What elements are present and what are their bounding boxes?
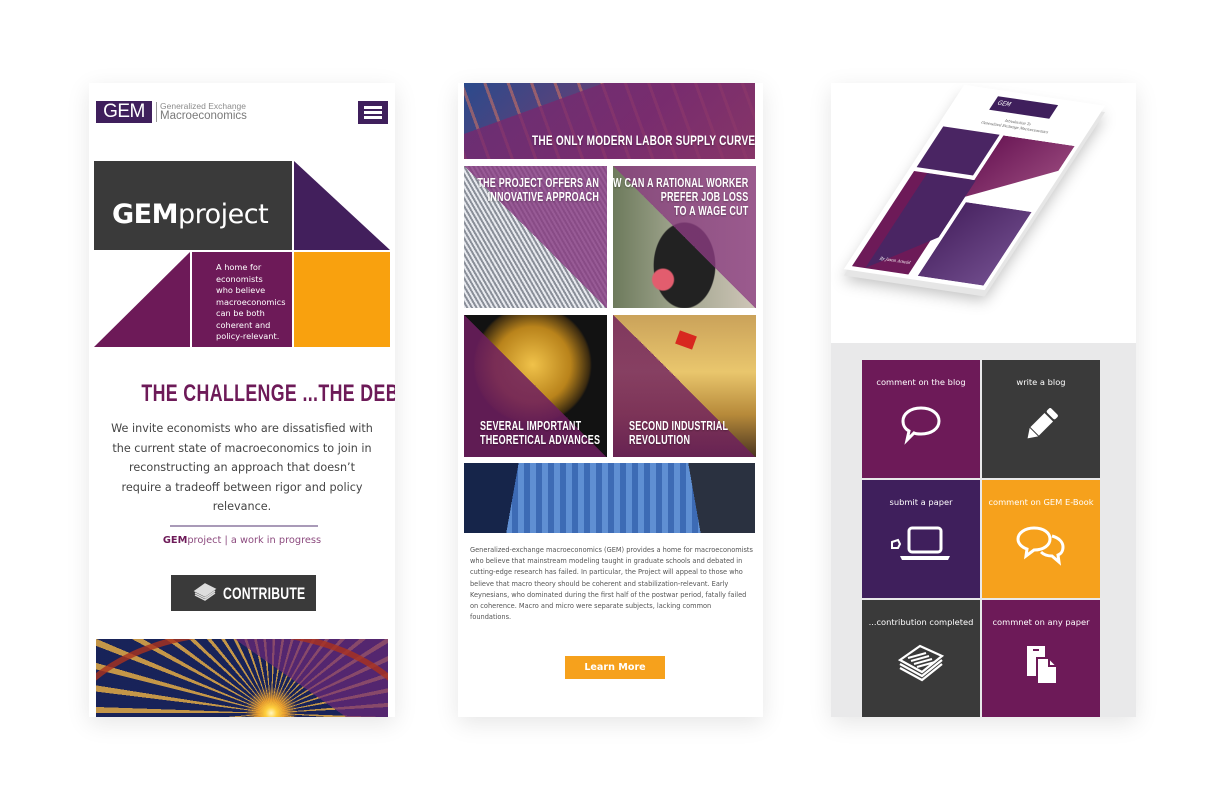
logo-mark: GEM — [96, 101, 152, 123]
mobile-ebook-screen: GEM Introduction To Generalized Exchange… — [831, 83, 1136, 717]
tagline-line: A home for — [216, 262, 262, 272]
contribute-button[interactable]: CONTRIBUTE — [171, 575, 316, 611]
tagline-line: economists — [216, 273, 263, 284]
speech-bubble-icon — [862, 404, 980, 446]
caption-line: REVOLUTION — [629, 433, 691, 447]
hero-title-block: GEMproject — [94, 161, 292, 250]
laptop-pointer-icon — [862, 524, 980, 566]
hero-triangle-magenta — [94, 252, 190, 347]
tile-theoretical-advances[interactable]: SEVERAL IMPORTANT THEORETICAL ADVANCES — [464, 315, 607, 457]
documents-icon — [982, 644, 1100, 686]
hero-title-light: project — [177, 199, 269, 230]
tile-caption: THE PROJECT OFFERS AN INNOVATIVE APPROAC… — [464, 176, 599, 204]
site-header: GEM Generalized Exchange Macroeconomics — [96, 101, 388, 125]
hero-triangle-purple — [294, 161, 390, 250]
logo-divider — [156, 102, 157, 122]
section-divider — [170, 525, 318, 527]
mobile-content-screen: THE ONLY MODERN LABOR SUPPLY CURVE THE P… — [458, 83, 763, 717]
action-comment-any-paper[interactable]: commnet on any paper — [982, 600, 1100, 717]
book-page: GEM Introduction To Generalized Exchange… — [843, 84, 1106, 291]
action-label: comment on the blog — [876, 377, 966, 387]
hamburger-menu-icon-bar — [364, 116, 382, 119]
intro-paragraph: We invite economists who are dissatisfie… — [111, 422, 373, 513]
showcase-stage: GEM Generalized Exchange Macroeconomics … — [0, 0, 1224, 792]
hero-title: GEMproject — [112, 199, 269, 230]
book-logo: GEM — [989, 96, 1059, 119]
hero-title-bold: GEM — [112, 199, 178, 230]
work-in-progress-tag: GEMproject | a work in progress — [89, 535, 395, 546]
ferris-wheel-image — [96, 639, 388, 717]
action-label: commnet on any paper — [992, 617, 1090, 627]
hero-square-orange — [294, 252, 390, 347]
action-label: comment on GEM E-Book — [988, 497, 1094, 507]
tagline-line: macroeconomics — [216, 296, 286, 307]
action-submit-paper[interactable]: submit a paper — [862, 480, 980, 598]
caption-line: TO A WAGE CUT — [673, 204, 748, 218]
tile-caption: SECOND INDUSTRIAL REVOLUTION — [629, 419, 756, 447]
contribute-label: CONTRIBUTE — [223, 584, 306, 603]
tile-industrial-revolution[interactable]: SECOND INDUSTRIAL REVOLUTION — [613, 315, 756, 457]
tile-caption: HOW CAN A RATIONAL WORKER PREFER JOB LOS… — [613, 176, 748, 218]
wip-rest: project | a work in progress — [187, 535, 322, 546]
action-comment-on-blog[interactable]: comment on the blog — [862, 360, 980, 478]
tile-innovative-approach[interactable]: THE PROJECT OFFERS AN INNOVATIVE APPROAC… — [464, 166, 607, 308]
mobile-home-screen: GEM Generalized Exchange Macroeconomics … — [89, 83, 395, 717]
action-label: write a blog — [1016, 377, 1066, 387]
wip-bold: GEM — [162, 535, 188, 546]
chat-bubbles-icon — [982, 524, 1100, 566]
action-label: submit a paper — [889, 497, 953, 507]
tile-caption: THE ONLY MODERN LABOR SUPPLY CURVE — [532, 132, 755, 148]
action-write-blog[interactable]: write a blog — [982, 360, 1100, 478]
caption-line: THE PROJECT OFFERS AN — [477, 176, 599, 190]
paper-stack-icon — [862, 644, 980, 686]
tagline-line: coherent and — [216, 319, 271, 330]
tagline-line: policy-relevant. — [216, 331, 280, 341]
caption-line: SECOND INDUSTRIAL — [629, 419, 729, 433]
skyscrapers-image — [464, 463, 755, 533]
caption-line: HOW CAN A RATIONAL WORKER — [613, 176, 748, 190]
learn-more-button[interactable]: Learn More — [565, 656, 665, 679]
caption-line: INNOVATIVE APPROACH — [487, 190, 599, 204]
tile-rational-worker[interactable]: HOW CAN A RATIONAL WORKER PREFER JOB LOS… — [613, 166, 756, 308]
hamburger-menu-button[interactable] — [358, 101, 388, 124]
ebook-cover-area: GEM Introduction To Generalized Exchange… — [831, 83, 1136, 343]
tile-labor-supply[interactable]: THE ONLY MODERN LABOR SUPPLY CURVE — [464, 83, 755, 159]
hamburger-menu-icon — [364, 106, 382, 109]
action-comment-ebook[interactable]: comment on GEM E-Book — [982, 480, 1100, 598]
hero-tagline: A home for economists who believe macroe… — [192, 252, 292, 347]
challenge-section: THE CHALLENGE ...THE DEBATE. — [89, 380, 395, 408]
action-grid: comment on the blog write a blog submit … — [862, 360, 1100, 717]
ebook-cover[interactable]: GEM Introduction To Generalized Exchange… — [837, 84, 1114, 301]
tile-caption: SEVERAL IMPORTANT THEORETICAL ADVANCES — [480, 419, 607, 447]
caption-line: THEORETICAL ADVANCES — [480, 433, 601, 447]
logo-line-2: Macroeconomics — [160, 110, 247, 122]
tagline-line: can be both — [216, 308, 265, 318]
caption-line: SEVERAL IMPORTANT — [480, 419, 582, 433]
gem-description: Generalized-exchange macroeconomics (GEM… — [470, 546, 753, 622]
hero-mosaic: GEMproject A home for economists who bel… — [94, 161, 390, 347]
caption-line: PREFER JOB LOSS — [660, 190, 748, 204]
challenge-heading: THE CHALLENGE ...THE DEBATE. — [141, 380, 395, 407]
tagline-line: who believe — [216, 285, 266, 295]
action-label: ...contribution completed — [868, 617, 974, 627]
hamburger-menu-icon-bar — [364, 111, 382, 114]
action-contribution-completed[interactable]: ...contribution completed — [862, 600, 980, 717]
pencil-icon — [982, 404, 1100, 446]
paper-stack-icon — [193, 583, 217, 606]
